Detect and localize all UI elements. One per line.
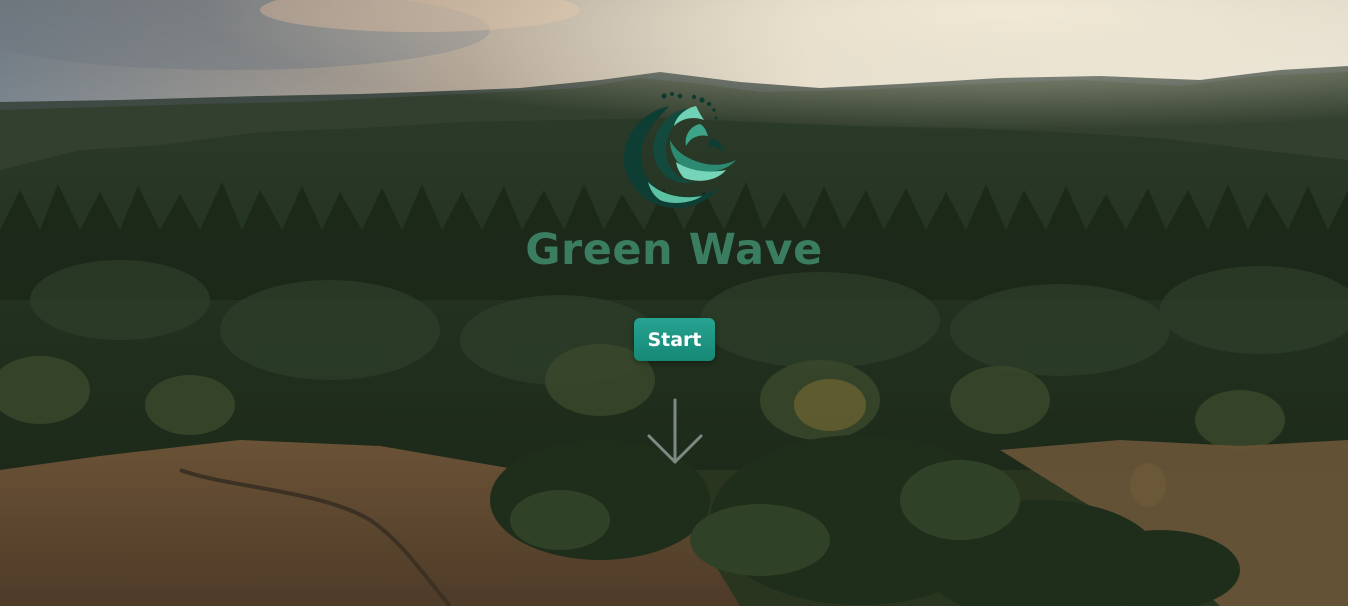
green-wave-logo-icon bbox=[623, 92, 736, 208]
start-button[interactable]: Start bbox=[634, 318, 715, 361]
hero-section: Green Wave Start bbox=[0, 0, 1348, 606]
arrow-down-icon[interactable] bbox=[646, 398, 704, 468]
brand-title: Green Wave bbox=[525, 225, 823, 275]
hero-content: Green Wave Start bbox=[0, 0, 1348, 606]
